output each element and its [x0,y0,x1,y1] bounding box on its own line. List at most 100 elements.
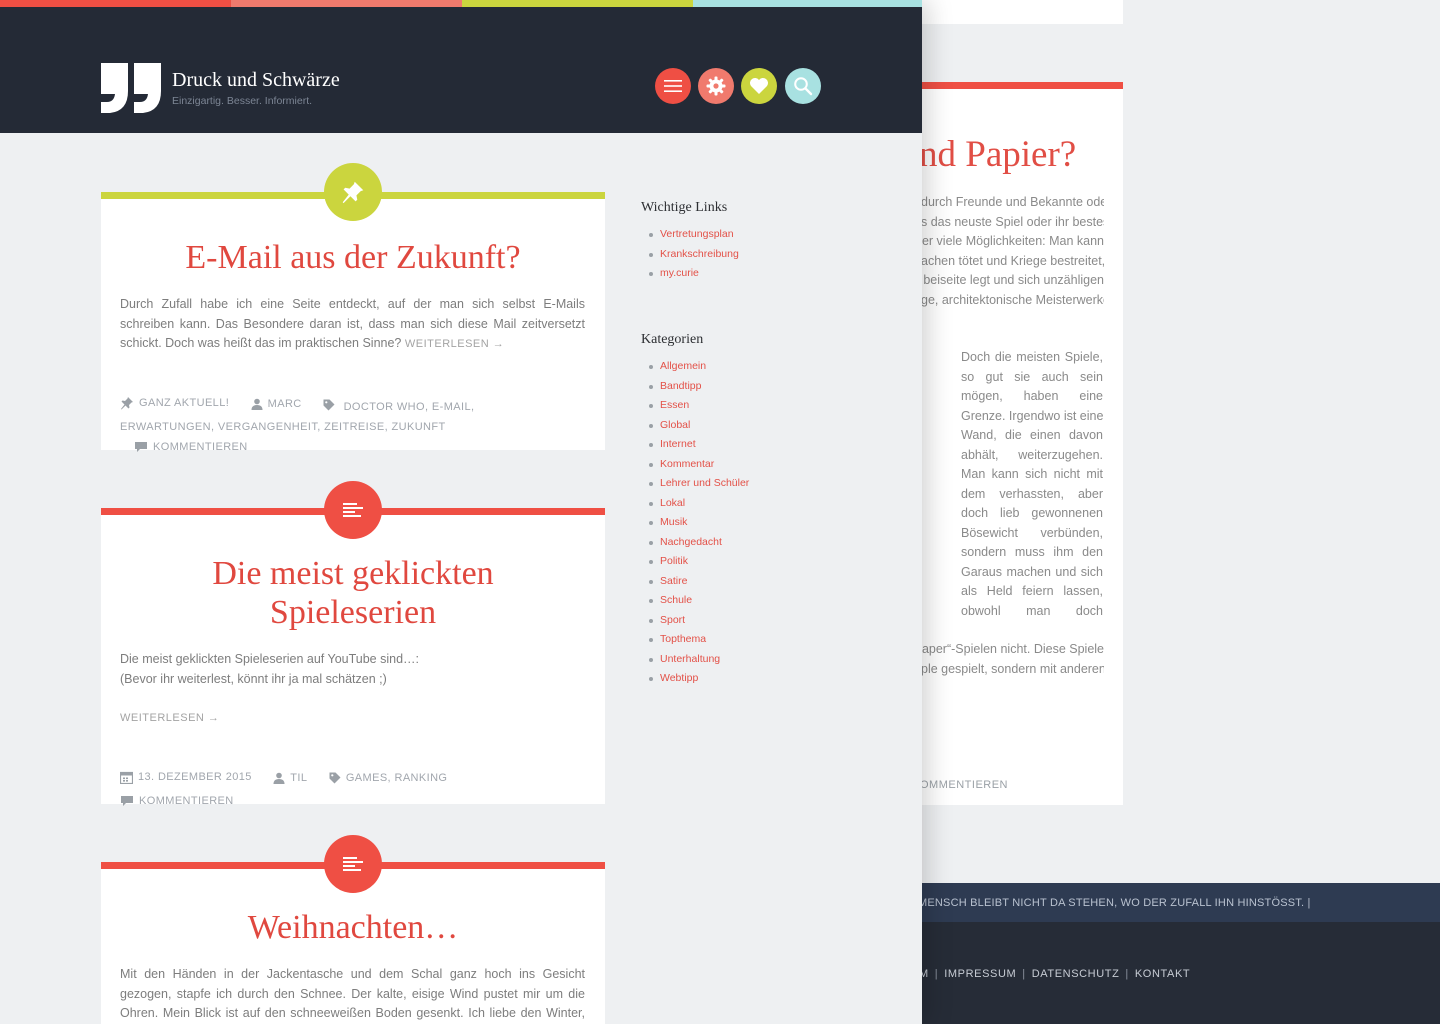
comments-link[interactable]: Kommentieren [153,437,248,457]
background-article: nd Papier? durch Freunde und Bekannte od… [922,82,1123,805]
text-line: Man kann sich nicht mit [961,467,1103,481]
post-title-line[interactable]: Die meist geklickten [101,554,605,593]
standard-post-badge [324,835,382,893]
pin-icon [342,181,364,204]
date-link[interactable]: 13. Dezember 2015 [138,767,252,787]
text-line: beiseite legt und sich unzähligen [923,273,1104,287]
post-excerpt: Die meist geklickten Spieleserien auf Yo… [120,650,585,728]
category-item[interactable]: Topthema [649,630,749,650]
quote-text: MENSCH BLEIBT NICHT DA STEHEN, WO DER ZU… [922,896,1311,909]
tag-icon [323,399,335,411]
standard-post-badge [324,481,382,539]
background-comment-link[interactable]: OMMENTIEREN [922,779,1008,791]
category-item[interactable]: Unterhaltung [649,650,749,670]
site-title[interactable]: Druck und Schwärze [172,69,340,92]
post-title-line[interactable]: Spieleserien [101,593,605,632]
post-excerpt: Durch Zufall habe ich eine Seite entdeck… [120,295,585,355]
comment-icon [135,442,147,452]
author-meta: Til [273,768,307,788]
category-item[interactable]: Satire [649,572,749,592]
text-line: s das neuste Spiel oder ihr bestes [922,214,1104,229]
comments-meta: Kommentieren [120,791,234,811]
post-title[interactable]: Weihnachten… [101,908,605,947]
text-line: Doch die meisten Spiele, [961,350,1103,364]
background-paragraph-1: durch Freunde und Bekannte oder s das ne… [922,193,1104,310]
tags-meta: Games, Ranking [329,768,448,788]
category-item[interactable]: Sport [649,611,749,631]
text-line: dem verhassten, aber [961,486,1103,501]
site-tagline: Einzigartig. Besser. Informiert. [172,95,313,107]
text-line: durch Freunde und Bekannte oder [922,195,1104,209]
search-button[interactable] [785,68,821,104]
author-meta: Marc [251,394,302,414]
post-excerpt: Mit den Händen in der Jackentasche und d… [120,967,585,1020]
category-item[interactable]: Internet [649,435,749,455]
text-format-icon [343,857,363,871]
category-item[interactable]: Nachgedacht [649,533,749,553]
footer-nav: M | IMPRESSUM | DATENSCHUTZ | KONTAKT [919,968,1190,980]
post-meta: 13. Dezember 2015 Til Games, Ranking [120,767,540,814]
category-item[interactable]: Allgemein [649,357,749,377]
settings-button[interactable] [698,68,734,104]
read-more-link[interactable]: Weiterlesen → [405,338,504,350]
gear-icon [706,76,726,96]
background-article-title[interactable]: nd Papier? [922,133,1076,176]
menu-icon [664,80,682,92]
tag-icon [329,772,341,783]
category-item[interactable]: Webtipp [649,669,749,689]
links-list: Vertretungsplan Krankschreibung my.curie [649,225,739,284]
category-item[interactable]: Politik [649,552,749,572]
footer-separator: | [934,968,939,980]
category-item[interactable]: Kommentar [649,455,749,475]
sidebar-link-vertretungsplan[interactable]: Vertretungsplan [649,225,739,245]
sticky-label[interactable]: Ganz aktuell! [139,393,229,413]
categories-list: Allgemein Bandtipp Essen Global Internet… [649,357,749,689]
footer-link-datenschutz[interactable]: DATENSCHUTZ [1032,968,1120,980]
search-icon [794,77,813,96]
sidebar-link-mycurie[interactable]: my.curie [649,264,739,284]
sidebar-link-krankschreibung[interactable]: Krankschreibung [649,245,739,265]
category-item[interactable]: Schule [649,591,749,611]
text-line: Garaus machen und sich [961,564,1103,579]
category-item[interactable]: Lokal [649,494,749,514]
comment-icon [121,795,133,806]
calendar-icon [120,771,133,784]
post-title[interactable]: E-Mail aus der Zukunft? [101,238,605,277]
pin-icon [121,397,133,410]
footer-separator: | [1022,968,1026,980]
category-item[interactable]: Lehrer und Schüler [649,474,749,494]
footer-link-kontakt[interactable]: KONTAKT [1135,968,1190,980]
excerpt-text: (Bevor ihr weiterlest, könnt ihr ja mal … [120,671,387,686]
text-line: ge, architektonische Meisterwerke [922,292,1104,307]
tags-links[interactable]: Games, Ranking [346,768,448,788]
read-more-link[interactable]: Weiterlesen → [120,709,585,729]
category-item[interactable]: Essen [649,396,749,416]
text-line: so gut sie auch sein [961,369,1103,384]
post-card: E-Mail aus der Zukunft? Durch Zufall hab… [101,192,605,453]
footer-separator: | [1125,968,1129,980]
text-line: als Held feiern lassen, [961,584,1103,598]
post-title[interactable]: Die meist geklickten Spieleserien [101,554,605,632]
text-line: ple gespielt, sondern mit anderen [922,661,1104,676]
menu-button[interactable] [655,68,691,104]
excerpt-text: Durch Zufall habe ich eine Seite entdeck… [120,297,585,350]
text-line: aper“-Spielen nicht. Diese Spiele [922,642,1104,656]
author-link[interactable]: Marc [268,394,302,414]
comments-link[interactable]: Kommentieren [139,791,234,811]
sticky-post-badge [324,163,382,221]
user-icon [273,772,285,784]
background-paragraph-2: Doch die meisten Spiele, so gut sie auch… [961,348,1103,621]
date-meta: 13. Dezember 2015 [120,767,252,787]
category-item[interactable]: Global [649,416,749,436]
author-link[interactable]: Til [290,768,307,788]
text-line: Wand, die einen davon [961,428,1103,442]
quote-logo-icon[interactable] [100,62,162,114]
footer-link-impressum[interactable]: IMPRESSUM [944,968,1016,980]
text-line: Grenze. Irgendwo ist eine [961,408,1104,423]
background-top-card [922,0,1123,24]
category-item[interactable]: Bandtipp [649,377,749,397]
stripe-lime [462,0,693,7]
widget-title-categories: Kategorien [641,332,704,347]
favorites-button[interactable] [741,68,777,104]
category-item[interactable]: Musik [649,513,749,533]
